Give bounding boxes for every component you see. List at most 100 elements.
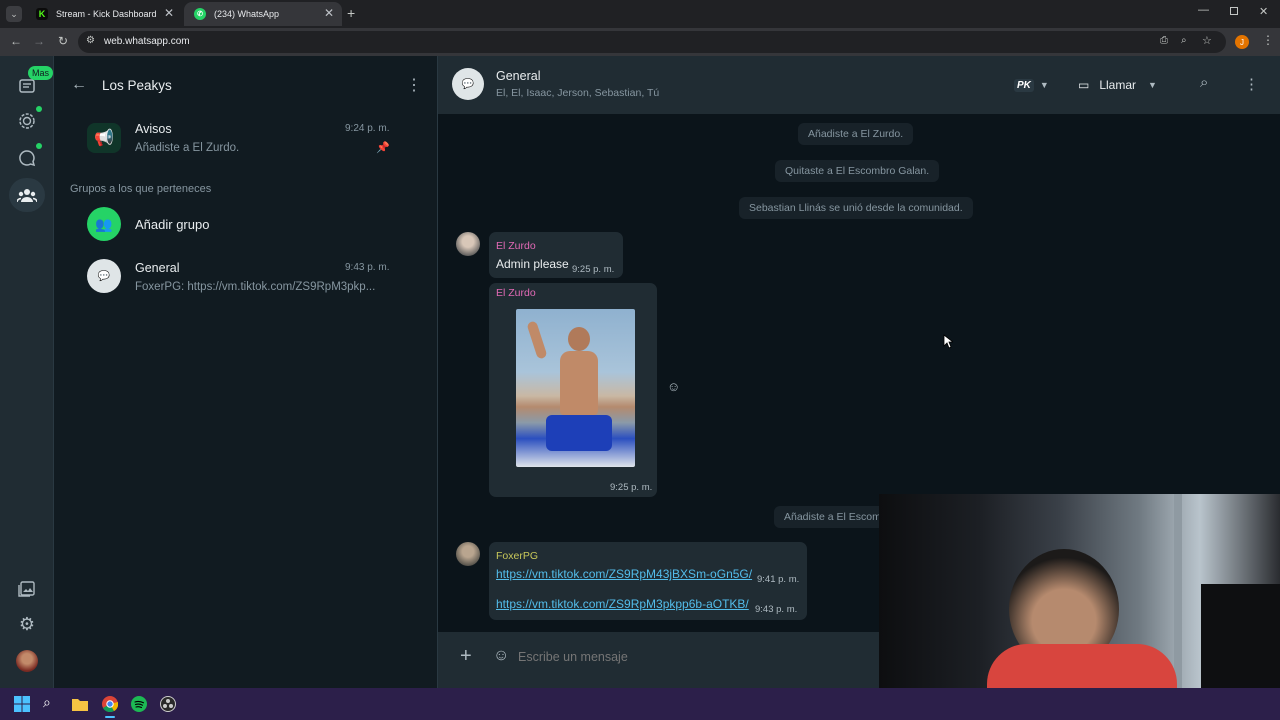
bookmark-star-icon[interactable]: ☆	[1202, 34, 1212, 47]
system-message-text: Quitaste a El Escombro Galan.	[785, 165, 930, 177]
reload-icon[interactable]: ↻	[58, 34, 68, 48]
message-sender: FoxerPG	[496, 550, 539, 562]
system-message: Añadiste a El Zurdo.	[798, 123, 914, 145]
system-message-text: Añadiste a El Escom	[784, 511, 881, 523]
new-tab-icon[interactable]: +	[347, 5, 355, 21]
pk-logo: PK	[1014, 78, 1034, 92]
chat-time: 9:43 p. m.	[345, 262, 390, 273]
message-time: 9:41 p. m.	[757, 574, 800, 585]
file-explorer-icon[interactable]	[72, 696, 88, 712]
minimize-icon[interactable]: —	[1198, 4, 1209, 16]
chat-menu-icon[interactable]: ⋮	[1244, 75, 1259, 93]
chrome-icon[interactable]	[102, 696, 119, 713]
message-sender: El Zurdo	[496, 287, 536, 299]
more-badge: Mas	[28, 66, 54, 80]
sender-avatar[interactable]	[456, 232, 480, 256]
add-group-icon: 👥	[87, 207, 121, 241]
channels-icon[interactable]	[17, 148, 37, 168]
community-title: Los Peakys	[102, 78, 172, 93]
system-message: Añadiste a El Escom	[774, 506, 891, 528]
group-avatar: 💬	[87, 259, 121, 293]
back-icon[interactable]: ←	[10, 34, 22, 48]
photo-raised-hand	[526, 320, 548, 360]
megaphone-icon: 📢	[87, 123, 121, 153]
install-app-icon[interactable]: ⎙	[1160, 35, 1168, 46]
system-message: Sebastian Llinás se unió desde la comuni…	[739, 197, 973, 219]
sender-avatar[interactable]	[456, 542, 480, 566]
whatsapp-logo-icon: ✆	[194, 8, 206, 20]
message-link[interactable]: https://vm.tiktok.com/ZS9RpM43jBXSm-oGn5…	[496, 567, 752, 581]
status-icon[interactable]	[17, 111, 37, 131]
message-sender: El Zurdo	[496, 240, 536, 252]
back-arrow-icon[interactable]: ←	[71, 76, 87, 94]
spotify-icon[interactable]	[131, 696, 147, 712]
tab-title: (234) WhatsApp	[214, 9, 280, 19]
restore-icon[interactable]	[1230, 7, 1238, 15]
close-window-icon[interactable]: ✕	[1259, 5, 1268, 18]
tab-search-icon[interactable]: ⌄	[6, 6, 22, 22]
add-group-label: Añadir grupo	[135, 217, 210, 232]
browser-menu-icon[interactable]: ⋮	[1262, 33, 1274, 47]
obs-icon[interactable]	[160, 696, 176, 712]
tab-title: Stream - Kick Dashboard	[56, 9, 157, 19]
image-message-bubble[interactable]: El Zurdo 9:25 p. m.	[489, 283, 657, 497]
video-camera-icon: ▭	[1078, 78, 1090, 92]
message-photo[interactable]	[516, 309, 635, 467]
announcements-item[interactable]: 📢 Avisos 9:24 p. m. Añadiste a El Zurdo.…	[54, 114, 437, 166]
chat-preview: FoxerPG: https://vm.tiktok.com/ZS9RpM3pk…	[135, 281, 376, 293]
section-label: Grupos a los que perteneces	[70, 183, 212, 195]
photo-person-head	[568, 327, 590, 351]
chat-item-general[interactable]: 💬 General 9:43 p. m. FoxerPG: https://vm…	[54, 254, 437, 304]
community-sidebar: ← Los Peakys ⋮ 📢 Avisos 9:24 p. m. Añadi…	[54, 56, 438, 688]
message-bubble[interactable]: El Zurdo Admin please 9:25 p. m.	[489, 232, 623, 278]
badge-label: Mas	[32, 68, 50, 78]
profile-initial: J	[1240, 37, 1244, 47]
chat-avatar[interactable]: 💬	[452, 68, 484, 100]
profile-avatar[interactable]: J	[1235, 35, 1249, 49]
system-message-text: Sebastian Llinás se unió desde la comuni…	[749, 202, 963, 214]
chat-members: El, El, Isaac, Jerson, Sebastian, Tú	[496, 87, 660, 99]
tab-whatsapp[interactable]: ✆ (234) WhatsApp ✕	[184, 2, 342, 26]
close-tab-icon[interactable]: ✕	[164, 6, 174, 20]
chat-title: General	[496, 69, 541, 83]
call-button[interactable]: ▭ Llamar ▼	[1078, 73, 1166, 97]
windows-start-icon[interactable]	[14, 696, 30, 712]
mouse-cursor-icon	[943, 334, 955, 354]
search-icon[interactable]: ⌕	[43, 694, 59, 710]
chevron-down-icon: ▼	[1148, 80, 1157, 90]
message-text: Admin please	[496, 257, 569, 271]
media-gallery-icon[interactable]	[17, 579, 37, 599]
navigation-rail: Mas ⚙	[0, 56, 54, 688]
call-label: Llamar	[1099, 78, 1137, 92]
pin-icon: 📌	[376, 142, 390, 154]
add-group-button[interactable]: 👥 Añadir grupo	[54, 202, 437, 246]
message-time: 9:25 p. m.	[572, 264, 615, 275]
search-icon[interactable]: ⌕	[1200, 74, 1208, 91]
chat-name: General	[135, 261, 180, 275]
chevron-down-icon: ▼	[1039, 80, 1049, 90]
sticker-icon[interactable]: ☺	[493, 647, 509, 665]
message-time: 9:25 p. m.	[610, 482, 653, 493]
settings-gear-icon[interactable]: ⚙	[17, 614, 37, 634]
browser-toolbar: ← → ↻ ⚙ web.whatsapp.com ⎙ ⌕ ☆ J ⋮	[0, 28, 1280, 56]
user-avatar[interactable]	[16, 650, 38, 672]
chat-header[interactable]: 💬 General El, El, Isaac, Jerson, Sebasti…	[438, 56, 1280, 114]
active-app-indicator	[105, 716, 115, 718]
system-message: Quitaste a El Escombro Galan.	[775, 160, 940, 182]
url-text: web.whatsapp.com	[104, 36, 190, 47]
zoom-icon[interactable]: ⌕	[1181, 35, 1187, 46]
announcements-preview: Añadiste a El Zurdo.	[135, 142, 240, 154]
reaction-emoji-icon[interactable]: ☺	[667, 379, 680, 394]
message-link[interactable]: https://vm.tiktok.com/ZS9RpM3pkpp6b-aOTK…	[496, 597, 749, 611]
site-info-icon[interactable]: ⚙	[86, 35, 95, 46]
system-message-text: Añadiste a El Zurdo.	[808, 128, 904, 140]
close-tab-icon[interactable]: ✕	[324, 6, 334, 20]
attach-plus-icon[interactable]: +	[460, 645, 472, 668]
tab-kick-dashboard[interactable]: K Stream - Kick Dashboard ✕	[26, 2, 182, 26]
message-bubble[interactable]: FoxerPG https://vm.tiktok.com/ZS9RpM43jB…	[489, 542, 807, 620]
address-bar[interactable]: ⚙ web.whatsapp.com ⎙ ⌕ ☆	[78, 31, 1226, 53]
communities-icon[interactable]	[17, 185, 37, 205]
pk-extension-button[interactable]: PK ▼	[1014, 75, 1050, 95]
sidebar-menu-icon[interactable]: ⋮	[406, 75, 422, 95]
forward-icon[interactable]: →	[33, 34, 45, 48]
